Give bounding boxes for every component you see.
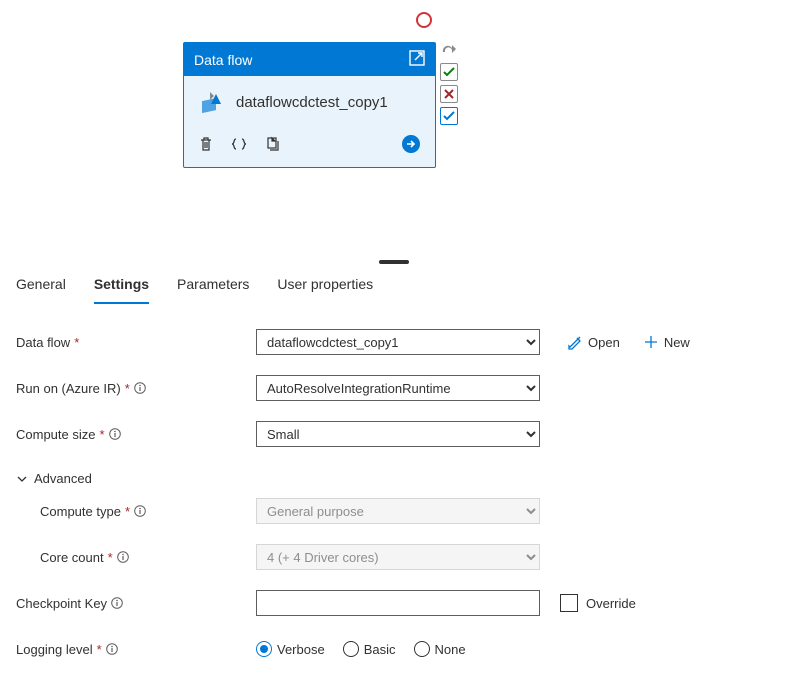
checkpoint-input[interactable]: [256, 590, 540, 616]
open-button[interactable]: Open: [568, 335, 620, 350]
settings-form: Data flow * dataflowcdctest_copy1 Open N…: [0, 305, 788, 698]
tab-general[interactable]: General: [16, 268, 66, 304]
logging-radio-basic[interactable]: Basic: [343, 641, 396, 657]
required-icon: *: [125, 381, 130, 396]
redo-icon[interactable]: [440, 42, 458, 59]
radio-icon: [256, 641, 272, 657]
logging-label: Logging level: [16, 642, 93, 657]
tab-settings[interactable]: Settings: [94, 268, 149, 304]
info-icon[interactable]: [106, 643, 118, 655]
radio-icon: [343, 641, 359, 657]
required-icon: *: [99, 427, 104, 442]
required-icon: *: [97, 642, 102, 657]
required-icon: *: [74, 335, 79, 350]
chevron-down-icon: [16, 473, 28, 485]
runon-label: Run on (Azure IR): [16, 381, 121, 396]
completion-handle-icon[interactable]: [440, 107, 458, 125]
override-label: Override: [586, 596, 636, 611]
expand-icon[interactable]: [409, 50, 425, 69]
panel-resize-handle[interactable]: [379, 260, 409, 264]
delete-icon[interactable]: [198, 136, 214, 155]
pipeline-canvas: Data flow dataflowcdctest_copy1: [0, 0, 788, 260]
compute-size-select[interactable]: Small: [256, 421, 540, 447]
advanced-toggle[interactable]: Advanced: [16, 463, 772, 494]
run-icon[interactable]: [401, 134, 421, 157]
tabs: General Settings Parameters User propert…: [0, 268, 788, 305]
dataflow-label: Data flow: [16, 335, 70, 350]
info-icon[interactable]: [117, 551, 129, 563]
copy-icon[interactable]: [264, 136, 280, 155]
core-count-label: Core count: [40, 550, 104, 565]
core-count-select: 4 (+ 4 Driver cores): [256, 544, 540, 570]
compute-type-label: Compute type: [40, 504, 121, 519]
info-icon[interactable]: [134, 382, 146, 394]
compute-type-select: General purpose: [256, 498, 540, 524]
compute-size-label: Compute size: [16, 427, 95, 442]
validation-marker-icon: [416, 12, 432, 28]
dataflow-icon: [198, 88, 226, 116]
card-side-handles: [440, 42, 458, 125]
logging-radio-none[interactable]: None: [414, 641, 466, 657]
tab-user-properties[interactable]: User properties: [277, 268, 373, 304]
checkpoint-label: Checkpoint Key: [16, 596, 107, 611]
radio-icon: [414, 641, 430, 657]
code-icon[interactable]: [230, 136, 248, 155]
card-header: Data flow: [184, 43, 435, 76]
card-title: Data flow: [194, 52, 252, 68]
info-icon[interactable]: [111, 597, 123, 609]
override-checkbox[interactable]: [560, 594, 578, 612]
dataflow-select[interactable]: dataflowcdctest_copy1: [256, 329, 540, 355]
info-icon[interactable]: [109, 428, 121, 440]
runon-select[interactable]: AutoResolveIntegrationRuntime: [256, 375, 540, 401]
tab-parameters[interactable]: Parameters: [177, 268, 249, 304]
failure-handle-icon[interactable]: [440, 85, 458, 103]
success-handle-icon[interactable]: [440, 63, 458, 81]
info-icon[interactable]: [134, 505, 146, 517]
logging-radio-verbose[interactable]: Verbose: [256, 641, 325, 657]
required-icon: *: [125, 504, 130, 519]
logging-radio-group: Verbose Basic None: [256, 641, 466, 657]
required-icon: *: [108, 550, 113, 565]
new-button[interactable]: New: [644, 335, 690, 350]
dataflow-activity-card[interactable]: Data flow dataflowcdctest_copy1: [183, 42, 436, 168]
activity-name: dataflowcdctest_copy1: [236, 94, 388, 111]
